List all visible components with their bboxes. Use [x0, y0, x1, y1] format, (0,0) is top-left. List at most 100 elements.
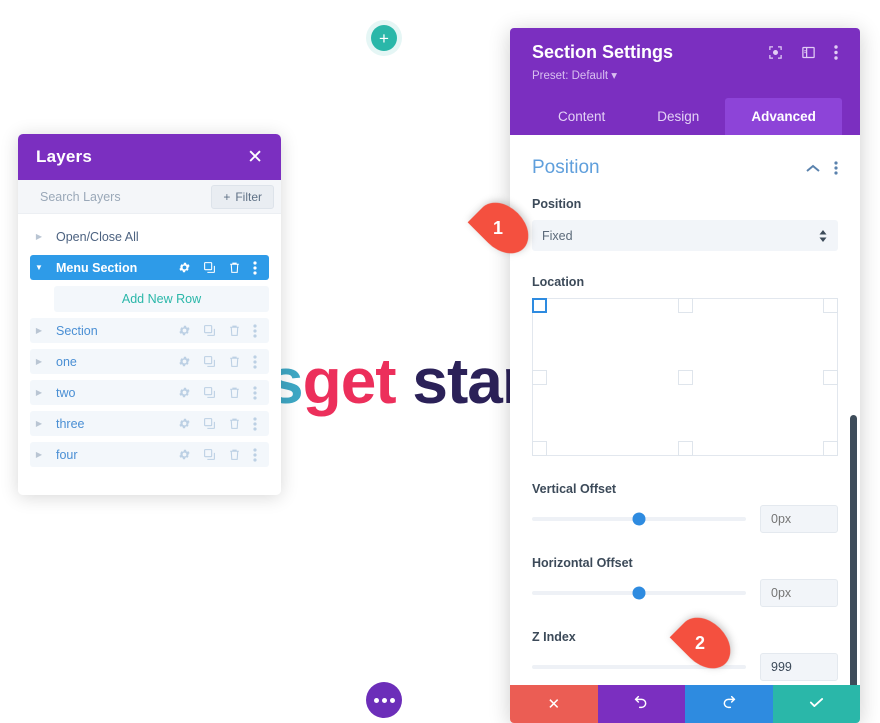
location-handle-top-left[interactable] — [532, 298, 547, 313]
horizontal-offset-slider-thumb[interactable] — [632, 586, 646, 600]
hero-word-get: get — [302, 345, 397, 417]
gear-icon[interactable] — [178, 261, 191, 274]
kebab-menu-icon[interactable] — [834, 161, 838, 175]
vertical-offset-input[interactable] — [760, 505, 838, 533]
tab-content[interactable]: Content — [532, 98, 631, 135]
horizontal-offset-input[interactable] — [760, 579, 838, 607]
preset-selector[interactable]: Preset: Default ▾ — [532, 68, 673, 82]
gear-icon[interactable] — [178, 355, 191, 368]
chevron-right-icon[interactable]: ▶ — [30, 232, 48, 241]
chevron-right-icon[interactable]: ▶ — [30, 326, 48, 335]
gear-icon[interactable] — [178, 324, 191, 337]
callout-badge-2: 2 — [669, 607, 741, 679]
add-section-button[interactable]: + — [371, 25, 397, 51]
trash-icon[interactable] — [228, 324, 241, 337]
trash-icon[interactable] — [228, 448, 241, 461]
location-handle-bottom-right[interactable] — [823, 441, 838, 456]
location-handle-bottom-left[interactable] — [532, 441, 547, 456]
panel-layout-icon[interactable] — [801, 45, 816, 60]
location-picker[interactable] — [532, 298, 838, 456]
gear-icon[interactable] — [178, 448, 191, 461]
trash-icon[interactable] — [228, 261, 241, 274]
layer-actions — [178, 323, 269, 338]
location-handle-middle-left[interactable] — [532, 370, 547, 385]
tab-design[interactable]: Design — [631, 98, 725, 135]
filter-button[interactable]: + Filter — [211, 184, 274, 209]
layer-row-section[interactable]: ▶ Section — [30, 318, 269, 343]
layers-panel: Layers ✕ + Filter ▶ Open/Close All ▼ Men… — [18, 134, 281, 495]
layers-panel-header: Layers ✕ — [18, 134, 281, 180]
layer-label: four — [56, 447, 78, 462]
duplicate-icon[interactable] — [203, 324, 216, 337]
gear-icon[interactable] — [178, 386, 191, 399]
kebab-menu-icon[interactable] — [253, 416, 257, 431]
chevron-right-icon[interactable]: ▶ — [30, 388, 48, 397]
location-handle-top-right[interactable] — [823, 298, 838, 313]
chevron-up-icon[interactable] — [806, 164, 820, 173]
focus-target-icon[interactable] — [768, 45, 783, 60]
filter-button-label: Filter — [235, 189, 262, 204]
layer-actions — [178, 385, 269, 400]
kebab-menu-icon[interactable] — [253, 354, 257, 369]
duplicate-icon[interactable] — [203, 355, 216, 368]
chevron-right-icon[interactable]: ▶ — [30, 357, 48, 366]
close-icon[interactable]: ✕ — [247, 148, 263, 167]
chevron-down-icon[interactable]: ▼ — [30, 263, 48, 272]
duplicate-icon[interactable] — [203, 417, 216, 430]
layer-row-menu-section[interactable]: ▼ Menu Section — [30, 255, 269, 280]
layer-row-open-close-all[interactable]: ▶ Open/Close All — [30, 224, 269, 249]
add-new-row-button[interactable]: Add New Row — [54, 286, 269, 312]
gear-icon[interactable] — [178, 417, 191, 430]
checkmark-icon — [808, 694, 825, 715]
kebab-menu-icon[interactable] — [834, 45, 838, 60]
trash-icon[interactable] — [228, 355, 241, 368]
page-settings-fab[interactable] — [366, 682, 402, 718]
redo-button[interactable] — [685, 685, 773, 723]
chevron-right-icon[interactable]: ▶ — [30, 450, 48, 459]
horizontal-offset-label: Horizontal Offset — [532, 556, 633, 570]
vertical-offset-slider[interactable] — [532, 512, 746, 526]
kebab-menu-icon[interactable] — [253, 260, 257, 275]
kebab-menu-icon[interactable] — [253, 385, 257, 400]
search-layers-input[interactable] — [40, 189, 190, 204]
position-field: Position Fixed — [532, 197, 838, 251]
layer-label: one — [56, 354, 77, 369]
layer-row-two[interactable]: ▶ two — [30, 380, 269, 405]
kebab-menu-icon[interactable] — [253, 447, 257, 462]
position-select-value: Fixed — [542, 228, 573, 243]
hero-heading: sget star — [268, 344, 527, 418]
location-handle-middle-right[interactable] — [823, 370, 838, 385]
cancel-button[interactable]: ✕ — [510, 685, 598, 723]
layers-search-bar: + Filter — [18, 180, 281, 214]
callout-number: 2 — [694, 632, 705, 653]
vertical-offset-slider-thumb[interactable] — [632, 512, 646, 526]
duplicate-icon[interactable] — [203, 448, 216, 461]
duplicate-icon[interactable] — [203, 261, 216, 274]
layer-row-four[interactable]: ▶ four — [30, 442, 269, 467]
layer-row-one[interactable]: ▶ one — [30, 349, 269, 374]
position-select[interactable]: Fixed — [532, 220, 838, 251]
z-index-input[interactable] — [760, 653, 838, 681]
redo-arrow-icon — [721, 694, 737, 714]
layer-row-three[interactable]: ▶ three — [30, 411, 269, 436]
kebab-menu-icon[interactable] — [253, 323, 257, 338]
undo-button[interactable] — [597, 685, 685, 723]
ellipsis-dot-icon — [389, 697, 395, 703]
location-handle-top-center[interactable] — [678, 298, 693, 313]
settings-tabs: Content Design Advanced — [532, 98, 842, 135]
trash-icon[interactable] — [228, 417, 241, 430]
position-toggle-header[interactable]: Position — [532, 135, 838, 197]
save-button[interactable] — [772, 685, 860, 723]
location-handle-middle-center[interactable] — [678, 370, 693, 385]
layer-actions — [178, 260, 269, 275]
settings-panel-scrollbar[interactable] — [850, 415, 857, 685]
chevron-right-icon[interactable]: ▶ — [30, 419, 48, 428]
horizontal-offset-slider[interactable] — [532, 586, 746, 600]
settings-panel-footer: ✕ — [510, 685, 860, 723]
trash-icon[interactable] — [228, 386, 241, 399]
duplicate-icon[interactable] — [203, 386, 216, 399]
preset-label: Preset: Default — [532, 70, 609, 82]
tab-advanced[interactable]: Advanced — [725, 98, 842, 135]
location-handle-bottom-center[interactable] — [678, 441, 693, 456]
vertical-offset-field: Vertical Offset — [532, 482, 838, 533]
